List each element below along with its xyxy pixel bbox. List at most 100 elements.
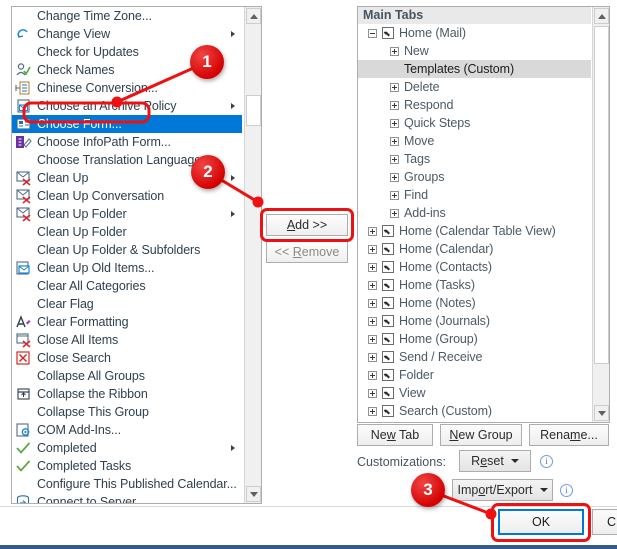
command-list-item[interactable]: Clear Formatting	[12, 313, 242, 331]
ribbon-tree-row[interactable]: Home (Contacts)	[358, 258, 591, 276]
expand-icon[interactable]	[390, 82, 399, 92]
expand-icon[interactable]	[390, 118, 399, 128]
ribbon-tree-row[interactable]: Folder	[358, 366, 591, 384]
rename-button[interactable]: Rename...	[529, 424, 609, 446]
ribbon-tree-row[interactable]: Send / Receive	[358, 348, 591, 366]
expand-icon[interactable]	[390, 154, 399, 164]
cancel-button[interactable]: C	[592, 509, 617, 535]
ribbon-tree-row[interactable]: View	[358, 384, 591, 402]
command-list-item[interactable]: Change View	[12, 25, 242, 43]
tree-checkbox[interactable]	[382, 369, 394, 381]
ribbon-tree-row[interactable]: Find	[358, 186, 591, 204]
tree-checkbox[interactable]	[382, 387, 394, 399]
tree-checkbox[interactable]	[382, 243, 394, 255]
expand-icon[interactable]	[390, 136, 399, 146]
tree-checkbox[interactable]	[382, 261, 394, 273]
expand-icon[interactable]	[390, 46, 399, 56]
command-list-item[interactable]: Configure This Published Calendar...	[12, 475, 242, 493]
command-list-item[interactable]: Change Time Zone...	[12, 7, 242, 25]
command-list-item[interactable]: Completed	[12, 439, 242, 457]
ribbon-tree-row[interactable]: Add-ins	[358, 204, 591, 222]
reset-dropdown[interactable]: Reset	[459, 450, 531, 472]
tree-scrollbar[interactable]	[592, 7, 609, 422]
ribbon-tree-row[interactable]: Home (Mail)	[358, 24, 591, 42]
command-list-item[interactable]: Close All Items	[12, 331, 242, 349]
ribbon-tree-row[interactable]: Move	[358, 132, 591, 150]
command-list-item[interactable]: Clear Flag	[12, 295, 242, 313]
left-list-scrollbar[interactable]	[244, 7, 261, 503]
command-list-item[interactable]: Clear All Categories	[12, 277, 242, 295]
scrollbar-thumb[interactable]	[246, 95, 261, 126]
tree-checkbox[interactable]	[382, 351, 394, 363]
expand-icon[interactable]	[368, 406, 377, 416]
expand-icon[interactable]	[368, 226, 377, 236]
expand-icon[interactable]	[368, 244, 377, 254]
expand-icon[interactable]	[368, 262, 377, 272]
ribbon-tree-rows[interactable]: Home (Mail) New Templates (Custom) Delete Re…	[358, 24, 609, 422]
expand-icon[interactable]	[368, 334, 377, 344]
tree-checkbox[interactable]	[382, 315, 394, 327]
expand-icon[interactable]	[368, 280, 377, 290]
ribbon-tree-row[interactable]: Quick Steps	[358, 114, 591, 132]
tree-checkbox[interactable]	[382, 279, 394, 291]
tree-checkbox[interactable]	[382, 333, 394, 345]
ribbon-tree-row[interactable]: Home (Tasks)	[358, 276, 591, 294]
tree-scrollbar-thumb[interactable]	[594, 26, 609, 364]
expand-icon[interactable]	[390, 100, 399, 110]
collapse-icon[interactable]	[368, 28, 377, 38]
ribbon-tree-row[interactable]: Groups	[358, 168, 591, 186]
expand-icon[interactable]	[390, 172, 399, 182]
import-export-dropdown[interactable]: Import/Export	[452, 479, 553, 501]
tree-checkbox[interactable]	[382, 405, 394, 417]
command-list-item[interactable]: Connect to Server	[12, 493, 242, 503]
command-list-item[interactable]: Clean Up Conversation	[12, 187, 242, 205]
import-export-info-icon[interactable]: i	[560, 484, 573, 497]
expand-icon[interactable]	[368, 370, 377, 380]
expand-icon[interactable]	[368, 388, 377, 398]
ribbon-tree-row[interactable]: Delete	[358, 78, 591, 96]
ribbon-tree-row[interactable]: Home (Notes)	[358, 294, 591, 312]
command-list-item[interactable]: Choose an Archive Policy	[12, 97, 242, 115]
command-list-item[interactable]: Clean Up Old Items...	[12, 259, 242, 277]
ribbon-tree-row[interactable]: New	[358, 42, 591, 60]
command-list-item[interactable]: Chinese Conversion...	[12, 79, 242, 97]
command-list-item[interactable]: Completed Tasks	[12, 457, 242, 475]
ribbon-tree-row[interactable]: Home (Calendar Table View)	[358, 222, 591, 240]
command-list-item[interactable]: Close Search	[12, 349, 242, 367]
command-list-item[interactable]: Clean Up Folder & Subfolders	[12, 241, 242, 259]
ribbon-tree-row[interactable]: Templates (Custom)	[358, 60, 591, 78]
choose-commands-listbox[interactable]: Change Time Zone... Change View Check for …	[11, 6, 262, 504]
expand-icon[interactable]	[368, 316, 377, 326]
ribbon-tree-row[interactable]: Home (Journals)	[358, 312, 591, 330]
ribbon-tree-row[interactable]: Home (Group)	[358, 330, 591, 348]
command-list-item[interactable]: Collapse This Group	[12, 403, 242, 421]
command-list-item[interactable]: Choose InfoPath Form...	[12, 133, 242, 151]
tree-checkbox[interactable]	[382, 27, 394, 39]
expand-icon[interactable]	[368, 352, 377, 362]
tree-checkbox[interactable]	[382, 297, 394, 309]
expand-icon[interactable]	[390, 190, 399, 200]
command-list-item[interactable]: Choose Form...	[12, 115, 242, 133]
expand-icon[interactable]	[368, 298, 377, 308]
expand-icon[interactable]	[390, 208, 399, 218]
command-list-item[interactable]: Collapse the Ribbon	[12, 385, 242, 403]
reset-info-icon[interactable]: i	[540, 455, 553, 468]
scroll-up-button[interactable]	[246, 8, 261, 24]
ribbon-tree-row[interactable]: Tags	[358, 150, 591, 168]
command-list-item[interactable]: COM Add-Ins...	[12, 421, 242, 439]
scroll-down-button[interactable]	[246, 486, 261, 502]
ribbon-tree-row[interactable]	[358, 420, 591, 422]
new-group-button[interactable]: New Group	[440, 424, 522, 446]
ribbon-tree-row[interactable]: Home (Calendar)	[358, 240, 591, 258]
remove-button[interactable]: << Remove	[266, 241, 348, 263]
ribbon-tree-row[interactable]: Respond	[358, 96, 591, 114]
ribbon-tree-panel[interactable]: Main Tabs Home (Mail) New Templates (Custo…	[357, 6, 610, 423]
command-list-item[interactable]: Collapse All Groups	[12, 367, 242, 385]
command-list-item[interactable]: Clean Up Folder	[12, 205, 242, 223]
tree-checkbox[interactable]	[382, 225, 394, 237]
command-list-rows[interactable]: Change Time Zone... Change View Check for …	[12, 7, 242, 503]
new-tab-button[interactable]: New Tab	[357, 424, 433, 446]
tree-scroll-up-button[interactable]	[594, 8, 609, 24]
command-list-item[interactable]: Clean Up Folder	[12, 223, 242, 241]
tree-scroll-down-button[interactable]	[594, 405, 609, 421]
